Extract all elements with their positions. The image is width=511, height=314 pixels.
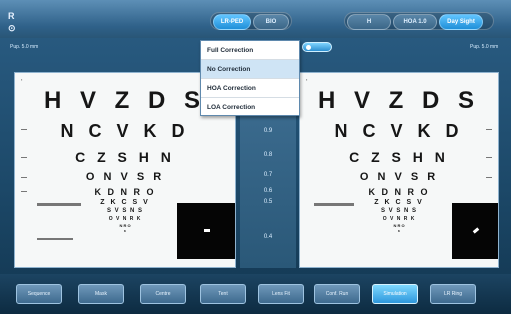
button-mask[interactable]: Mask xyxy=(78,284,124,304)
chart-row: K D N R O xyxy=(368,187,430,197)
bottom-toolbar: Sequence Mask Centre Tent Lens Fit Conf.… xyxy=(0,274,511,314)
button-lens-fit[interactable]: Lens Fit xyxy=(258,284,304,304)
chart-tick xyxy=(21,191,27,192)
tab-h[interactable]: H xyxy=(347,14,391,30)
chart-tick xyxy=(21,129,27,130)
acuity-label: 0.5 xyxy=(263,199,273,205)
mode-tab-group: LR-PED BIO xyxy=(210,12,292,30)
tab-bio[interactable]: BIO xyxy=(253,14,289,30)
scale-bar xyxy=(314,203,354,206)
chart-row: O N V S R xyxy=(359,171,439,183)
button-simulation[interactable]: Simulation xyxy=(372,284,418,304)
button-lr-ring[interactable]: LR Ring xyxy=(430,284,476,304)
chart-tick xyxy=(21,177,27,178)
menu-item-full-correction[interactable]: Full Correction xyxy=(201,41,299,60)
scale-bar xyxy=(37,203,81,206)
panel-corner-label: ▪ xyxy=(306,77,308,82)
right-thumbnail[interactable] xyxy=(452,203,498,259)
acuity-label: 0.7 xyxy=(263,172,273,178)
chart-tick xyxy=(486,157,492,158)
chart-row: N C V K D xyxy=(60,121,190,141)
thumbnail-marker xyxy=(472,227,480,234)
thumbnail-marker xyxy=(204,229,210,232)
right-eye-chart: ▪ H V Z D S N C V K D C Z S H N O N V S … xyxy=(299,72,499,268)
left-thumbnail[interactable] xyxy=(177,203,235,259)
chart-row: C Z S H N xyxy=(75,149,175,165)
tab-day-sight[interactable]: Day Sight xyxy=(439,14,483,30)
left-pupil-label: Pup. 5.0 mm xyxy=(10,44,39,50)
menu-item-loa-correction[interactable]: LOA Correction xyxy=(201,98,299,117)
correction-toggle[interactable] xyxy=(302,42,332,52)
acuity-label: 0.9 xyxy=(263,128,273,134)
button-centre[interactable]: Centre xyxy=(140,284,186,304)
chart-row: O N V S R xyxy=(85,171,165,183)
acuity-label: 0.4 xyxy=(263,234,273,240)
view-tab-group: H HOA 1.0 Day Sight xyxy=(344,12,494,30)
toggle-knob xyxy=(306,45,311,50)
chart-tick xyxy=(486,177,492,178)
tab-lr-ped[interactable]: LR-PED xyxy=(213,14,251,30)
panel-corner-label: ▪ xyxy=(21,77,23,82)
chart-tick xyxy=(486,129,492,130)
app-window: R ⊙ LR-PED BIO H HOA 1.0 Day Sight Pup. … xyxy=(0,0,511,314)
chart-row: K D N R O xyxy=(94,187,156,197)
button-sequence[interactable]: Sequence xyxy=(16,284,62,304)
chart-row: C Z S H N xyxy=(349,149,449,165)
scale-bar xyxy=(37,238,73,240)
acuity-label: 0.8 xyxy=(263,152,273,158)
button-tent[interactable]: Tent xyxy=(200,284,246,304)
menu-item-no-correction[interactable]: No Correction xyxy=(201,60,299,79)
button-conf-run[interactable]: Conf. Run xyxy=(314,284,360,304)
right-pupil-label: Pup. 5.0 mm xyxy=(470,44,499,50)
eye-selector-icon[interactable]: R ⊙ xyxy=(8,10,24,33)
chart-row: H V Z D S xyxy=(317,87,480,114)
correction-dropdown: Full Correction No Correction HOA Correc… xyxy=(200,40,300,116)
menu-item-hoa-correction[interactable]: HOA Correction xyxy=(201,79,299,98)
tab-hoa[interactable]: HOA 1.0 xyxy=(393,14,437,30)
chart-row: N C V K D xyxy=(334,121,464,141)
acuity-label: 0.6 xyxy=(263,188,273,194)
top-bar: R ⊙ LR-PED BIO H HOA 1.0 Day Sight xyxy=(0,0,511,38)
chart-tick xyxy=(21,157,27,158)
